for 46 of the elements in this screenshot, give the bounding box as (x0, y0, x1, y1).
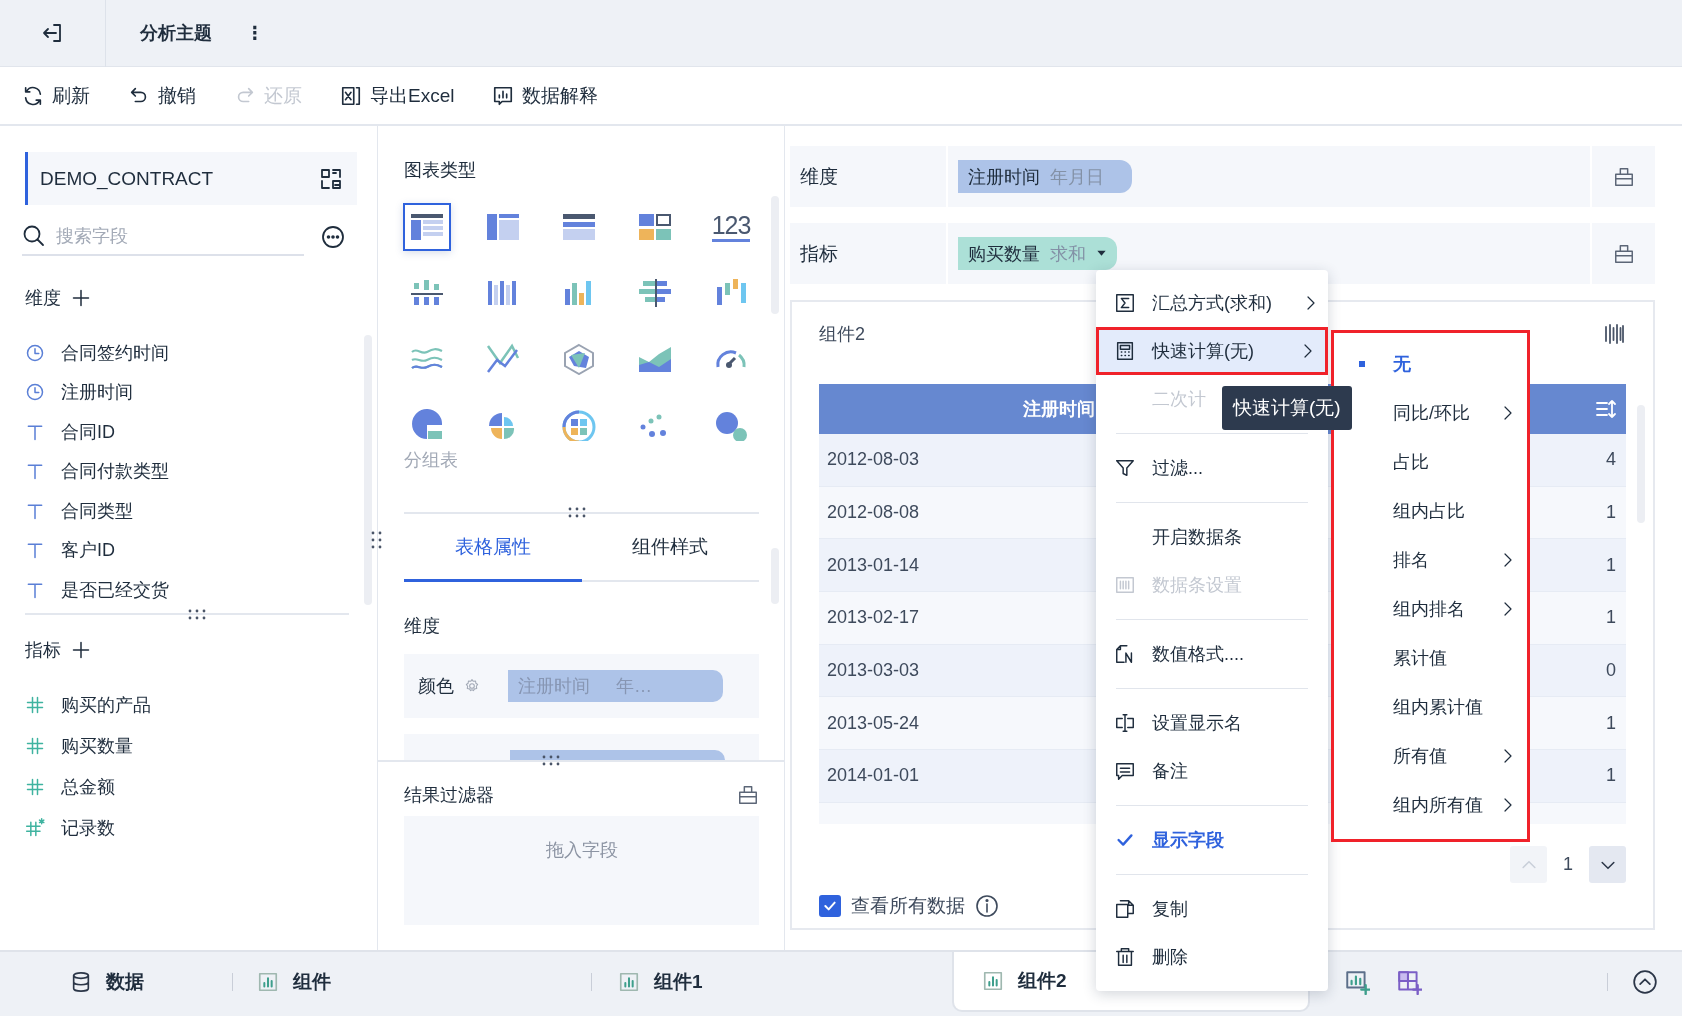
aggregation-label: 年月日 (1050, 165, 1104, 189)
table-cell: 1 (1606, 607, 1616, 629)
table-cell: 2014-01-01 (827, 765, 920, 787)
field-name: 是否已经交货 (61, 578, 169, 602)
page-number: 1 (1562, 854, 1574, 875)
table-cell: 2013-01-14 (827, 554, 920, 576)
checkbox-label: 查看所有数据 (851, 894, 965, 918)
field-name: 购买数量 (968, 242, 1040, 266)
table-cell: 2013-02-17 (827, 607, 920, 629)
section-title: 维度 (404, 615, 441, 638)
table-cell: 2013-03-03 (827, 660, 920, 682)
section-title: 图表类型 (404, 159, 477, 178)
dataset-name: DEMO_CONTRACT (40, 167, 214, 190)
table-cell: 4 (1606, 449, 1616, 471)
table-cell: 1 (1606, 554, 1616, 576)
field-name: 记录数 (61, 817, 115, 840)
drop-hint: 拖入字段 (545, 839, 618, 862)
section-title: 指标 (25, 638, 61, 662)
shelf-label: 指标 (790, 223, 948, 284)
section-title: 结果过滤器 (404, 784, 494, 807)
component-title: 组件2 (819, 323, 865, 346)
field-name: 合同类型 (61, 499, 133, 523)
field-name: 合同ID (61, 420, 115, 444)
tooltip: 快速计算(无) (1222, 386, 1352, 430)
table-cell: 2012-08-08 (827, 502, 920, 524)
table-cell: 1 (1606, 765, 1616, 787)
table-cell: 1 (1606, 502, 1616, 524)
field-name: 客户ID (61, 539, 115, 563)
table-cell: 0 (1606, 660, 1616, 682)
field-name: 总金额 (61, 776, 115, 799)
field-name: 合同付款类型 (61, 460, 169, 484)
field-name: 合同签约时间 (61, 341, 169, 365)
page-title: 分析主题 (140, 22, 212, 45)
table-cell: 2012-08-03 (827, 449, 920, 471)
chart-type-name: 分组表 (404, 449, 459, 472)
field-name: 注册时间 (61, 381, 133, 405)
table-cell: 2013-05-24 (827, 712, 920, 734)
field-name: 购买数量 (61, 735, 133, 758)
number-chart-label: 123 (711, 212, 751, 242)
field-name: 购买的产品 (61, 694, 151, 717)
property-label: 颜色 (418, 675, 455, 698)
section-title: 维度 (25, 287, 61, 310)
table-cell: 1 (1606, 712, 1616, 734)
aggregation-label: 求和 (1050, 242, 1086, 266)
shelf-label: 维度 (790, 146, 948, 207)
field-name: 注册时间 (968, 165, 1040, 189)
